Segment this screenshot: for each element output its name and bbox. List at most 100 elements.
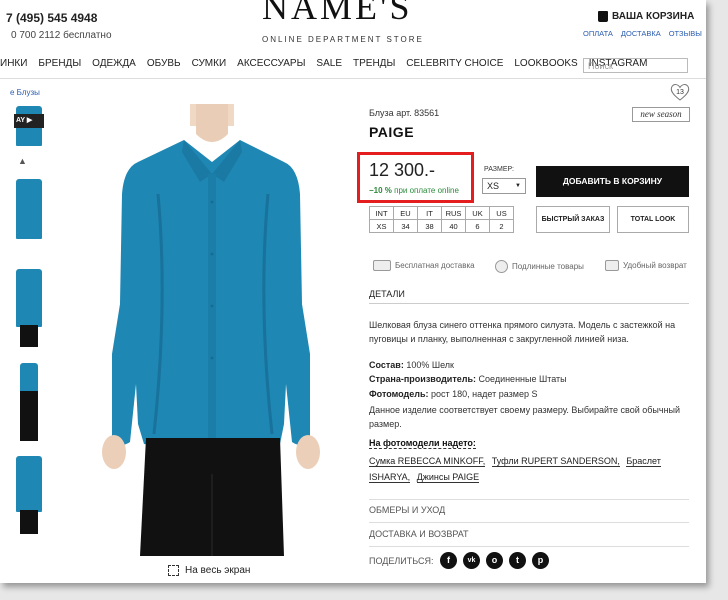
store-logo[interactable]: NAME'S xyxy=(262,0,413,28)
section-divider xyxy=(369,522,689,523)
fullscreen-label: На весь экран xyxy=(185,565,251,576)
total-look-button[interactable]: TOTAL LOOK xyxy=(617,206,689,233)
size-table-cell: 6 xyxy=(465,219,490,233)
spec-value: 100% Шелк xyxy=(403,360,454,370)
nav-item-lookbooks[interactable]: LOOKBOOKS xyxy=(514,58,577,74)
delivery-truck-icon xyxy=(373,260,391,271)
odnoklassniki-icon[interactable]: o xyxy=(486,552,503,569)
size-table-header-row: INT EU IT RUS UK US xyxy=(369,206,514,220)
size-table-header: UK xyxy=(465,206,490,220)
nav-item-clothing[interactable]: ОДЕЖДА xyxy=(92,58,136,74)
thumbnail-video[interactable]: AY ▶ xyxy=(14,106,44,146)
pinterest-icon[interactable]: p xyxy=(532,552,549,569)
return-box-icon xyxy=(605,260,619,271)
spec-label: Фотомодель: xyxy=(369,389,429,399)
spec-country: Страна-производитель: Соединенные Штаты xyxy=(369,374,567,384)
play-video-button[interactable]: AY ▶ xyxy=(14,114,44,128)
size-table-cell: 38 xyxy=(417,219,442,233)
twitter-icon[interactable]: t xyxy=(509,552,526,569)
worn-item-link[interactable]: Джинсы PAIGE xyxy=(416,472,480,483)
fullscreen-icon xyxy=(168,565,179,576)
nav-item-bags[interactable]: СУМКИ xyxy=(192,58,227,74)
section-divider xyxy=(369,546,689,547)
shopping-bag-icon xyxy=(598,11,608,22)
cart-link[interactable]: ВАША КОРЗИНА xyxy=(598,11,694,22)
size-table-header: INT xyxy=(369,206,394,220)
nav-item-new[interactable]: ИНКИ xyxy=(0,58,27,74)
feature-label: Бесплатная доставка xyxy=(395,261,475,270)
thumbnails-scroll-up-icon[interactable]: ▲ xyxy=(18,156,27,166)
thumbnail-pants xyxy=(20,325,38,347)
product-page: 7 (495) 545 4948 0 700 2112 бесплатно NA… xyxy=(0,0,706,583)
size-table-cell: 34 xyxy=(393,219,418,233)
size-table-cell: 40 xyxy=(441,219,466,233)
feature-label: Удобный возврат xyxy=(623,261,687,270)
section-divider xyxy=(369,499,689,500)
product-price: 12 300.- xyxy=(369,160,436,180)
reviews-link[interactable]: ОТЗЫВЫ xyxy=(669,29,702,38)
payment-link[interactable]: ОПЛАТА xyxy=(583,29,613,38)
chevron-down-icon: ▼ xyxy=(515,183,521,189)
spec-label: Состав: xyxy=(369,360,404,370)
store-tagline: ONLINE DEPARTMENT STORE xyxy=(262,35,424,44)
nav-item-sale[interactable]: SALE xyxy=(316,58,342,74)
size-label: РАЗМЕР: xyxy=(484,166,514,173)
add-to-cart-button[interactable]: ДОБАВИТЬ В КОРЗИНУ xyxy=(536,166,689,197)
spec-value: рост 180, надет размер S xyxy=(428,389,538,399)
phone-number[interactable]: 7 (495) 545 4948 xyxy=(6,11,97,25)
quick-order-button[interactable]: БЫСТРЫЙ ЗАКАЗ xyxy=(536,206,610,233)
feature-easy-return: Удобный возврат xyxy=(605,260,687,271)
size-table-header: EU xyxy=(393,206,418,220)
measurements-care-tab[interactable]: ОБМЕРЫ И УХОД xyxy=(369,505,445,515)
cart-label: ВАША КОРЗИНА xyxy=(612,11,695,22)
thumbnail-3[interactable] xyxy=(14,363,44,443)
share-label: ПОДЕЛИТЬСЯ: xyxy=(369,556,434,566)
product-title: PAIGE xyxy=(369,124,415,140)
thumbnail-4[interactable] xyxy=(14,456,44,536)
wishlist-button[interactable]: 13 xyxy=(670,83,690,101)
nav-item-shoes[interactable]: ОБУВЬ xyxy=(147,58,181,74)
worn-item-link[interactable]: Туфли RUPERT SANDERSON, xyxy=(491,456,620,467)
header-divider xyxy=(0,78,706,79)
nav-item-accessories[interactable]: АКСЕССУАРЫ xyxy=(237,58,305,74)
wishlist-count: 13 xyxy=(676,89,684,96)
thumbnail-1[interactable] xyxy=(14,179,44,243)
feature-label: Подлинные товары xyxy=(512,262,584,271)
thumbnail-2[interactable] xyxy=(14,269,44,349)
size-note: Данное изделие соответствует своему разм… xyxy=(369,405,681,429)
thumbnail-image xyxy=(20,363,38,393)
facebook-icon[interactable]: f xyxy=(440,552,457,569)
details-tab[interactable]: ДЕТАЛИ xyxy=(369,289,405,299)
fullscreen-button[interactable]: На весь экран xyxy=(168,565,250,576)
size-selected-value: XS xyxy=(487,181,500,191)
spec-model: Фотомодель: рост 180, надет размер S xyxy=(369,389,537,399)
size-table-header: IT xyxy=(417,206,442,220)
product-description: Шелковая блуза синего оттенка прямого си… xyxy=(369,320,676,344)
authentic-seal-icon xyxy=(495,260,508,273)
nav-item-trends[interactable]: ТРЕНДЫ xyxy=(353,58,395,74)
delivery-link[interactable]: ДОСТАВКА xyxy=(621,29,661,38)
discount-percent: −10 % xyxy=(369,186,392,195)
new-season-badge: new season xyxy=(632,107,690,122)
search-input[interactable]: Поиск xyxy=(583,58,688,73)
thumbnail-pants xyxy=(20,391,38,441)
product-main-image[interactable] xyxy=(88,104,340,556)
details-divider xyxy=(369,303,689,304)
breadcrumb[interactable]: е Блузы xyxy=(10,88,40,97)
vk-icon[interactable]: vk xyxy=(463,552,480,569)
delivery-return-tab[interactable]: ДОСТАВКА И ВОЗВРАТ xyxy=(369,529,469,539)
size-select[interactable]: XS ▼ xyxy=(482,178,526,194)
feature-authentic: Подлинные товары xyxy=(495,260,584,273)
phone-number-free[interactable]: 0 700 2112 бесплатно xyxy=(11,30,112,41)
spec-composition: Состав: 100% Шелк xyxy=(369,360,454,370)
nav-item-celebrity[interactable]: CELEBRITY CHOICE xyxy=(406,58,503,74)
cart-links: ОПЛАТА ДОСТАВКА ОТЗЫВЫ xyxy=(583,29,702,38)
size-table-header: RUS xyxy=(441,206,466,220)
thumbnail-image xyxy=(16,456,42,512)
feature-free-delivery: Бесплатная доставка xyxy=(373,260,475,271)
thumbnail-image xyxy=(16,179,42,239)
size-table-cell: XS xyxy=(369,219,394,233)
size-table-cell: 2 xyxy=(489,219,514,233)
worn-item-link[interactable]: Сумка REBECCA MINKOFF, xyxy=(369,456,486,467)
nav-item-brands[interactable]: БРЕНДЫ xyxy=(38,58,81,74)
